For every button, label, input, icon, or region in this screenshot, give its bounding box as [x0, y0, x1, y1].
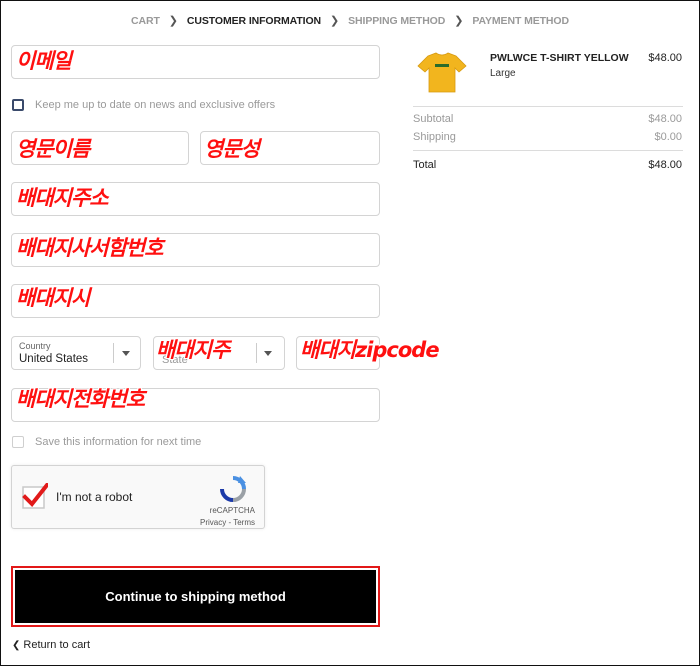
save-info-checkbox[interactable] — [12, 436, 24, 448]
subtotal-value: $48.00 — [648, 113, 682, 125]
recaptcha-label: I'm not a robot — [56, 490, 133, 504]
continue-button-outline: Continue to shipping method — [11, 566, 380, 627]
total-label: Total — [413, 159, 437, 171]
shipping-label: Shipping — [413, 131, 456, 143]
product-price: $48.00 — [648, 52, 682, 64]
newsletter-label: Keep me up to date on news and exclusive… — [35, 99, 276, 111]
select-divider — [113, 343, 114, 363]
breadcrumb-customer-information: CUSTOMER INFORMATION — [186, 14, 322, 27]
product-thumbnail — [417, 52, 467, 93]
recaptcha-links[interactable]: Privacy - Terms — [185, 518, 255, 527]
city-annotation: 배대지시 — [16, 286, 90, 310]
country-select-value: United States — [19, 353, 89, 365]
breadcrumb-shipping-method: SHIPPING METHOD — [348, 14, 446, 27]
product-name: PWLWCE T-SHIRT YELLOW — [490, 52, 629, 64]
caret-down-icon — [264, 351, 272, 356]
subtotal-label: Subtotal — [413, 113, 454, 125]
phone-annotation: 배대지전화번호 — [16, 387, 145, 411]
chevron-right-icon: ❯ — [168, 15, 178, 27]
continue-button[interactable]: Continue to shipping method — [15, 570, 376, 623]
breadcrumb-payment-method: PAYMENT METHOD — [472, 14, 569, 27]
save-info-label: Save this information for next time — [35, 436, 202, 448]
email-annotation: 이메일 — [16, 49, 72, 73]
address2-annotation: 배대지사서함번호 — [16, 236, 164, 260]
total-value: $48.00 — [648, 159, 682, 171]
caret-down-icon — [122, 351, 130, 356]
country-select-label: Country — [19, 341, 51, 351]
recaptcha-widget: I'm not a robot reCAPTCHA Privacy - Term… — [11, 465, 265, 529]
chevron-right-icon: ❯ — [454, 15, 464, 27]
return-to-cart-label: Return to cart — [23, 639, 91, 651]
chevron-left-icon: ❮ — [12, 640, 21, 651]
first-name-annotation: 영문이름 — [16, 137, 90, 161]
chevron-right-icon: ❯ — [330, 15, 340, 27]
address-annotation: 배대지주소 — [16, 186, 109, 210]
return-to-cart-link[interactable]: ❮ Return to cart — [12, 639, 90, 651]
zip-annotation: 배대지zipcode — [300, 338, 440, 362]
last-name-annotation: 영문성 — [204, 137, 260, 161]
state-annotation: 배대지주 — [156, 338, 230, 362]
recaptcha-brand: reCAPTCHA — [209, 506, 255, 515]
shipping-value: $0.00 — [654, 131, 682, 143]
newsletter-checkbox[interactable] — [12, 99, 24, 111]
summary-divider — [413, 106, 683, 107]
product-variant: Large — [490, 68, 516, 79]
select-divider — [256, 343, 257, 363]
checkmark-icon[interactable] — [22, 483, 48, 509]
breadcrumb-cart[interactable]: CART — [131, 15, 160, 27]
recaptcha-logo-icon — [220, 476, 246, 502]
breadcrumb: CART ❯ CUSTOMER INFORMATION ❯ SHIPPING METHO… — [0, 14, 700, 28]
summary-divider — [413, 150, 683, 151]
